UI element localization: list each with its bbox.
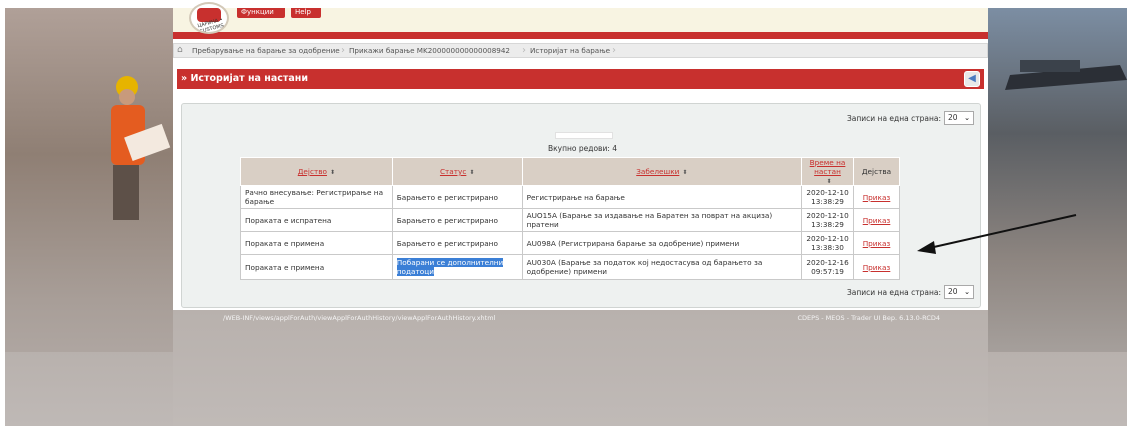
- cell-note: AUO15A (Барање за издавање на Баратен за…: [521, 208, 803, 232]
- footer-path: /WEB-INF/views/applForAuth/viewApplForAu…: [223, 314, 496, 322]
- chevron-down-icon: ⌄: [964, 288, 970, 296]
- pager-label: Записи на една страна:: [846, 288, 941, 297]
- header-divider: [173, 34, 988, 39]
- column-header-actions: Дејства: [853, 157, 900, 186]
- breadcrumb-item-search[interactable]: Пребарување на барање за одобрение: [192, 46, 347, 57]
- chevron-right-icon: ›: [612, 45, 616, 56]
- table-header-row: Дејство ⬍ Статус ⬍ Забелешки ⬍ Време на нас…: [240, 157, 900, 186]
- footer-version: CDEPS - MEOS - Trader UI Вер. 6.13.0-RCD…: [797, 314, 941, 322]
- sort-icon: ⬍: [329, 169, 336, 176]
- background-middle: [173, 310, 988, 426]
- rows-per-page-value: 20: [948, 287, 958, 296]
- footer: /WEB-INF/views/applForAuth/viewApplForAu…: [173, 310, 988, 324]
- view-link[interactable]: Приказ: [863, 239, 891, 248]
- sort-icon: ⬍: [826, 178, 832, 185]
- pager-label: Записи на една страна:: [846, 114, 941, 123]
- breadcrumb: ⌂ Пребарување на барање за одобрение › П…: [173, 43, 988, 58]
- customs-logo: ЦАРИНА • CUSTOMS: [189, 2, 229, 34]
- cell-time: 2020-12-10 13:38:29: [801, 185, 854, 209]
- column-header-time[interactable]: Време на настан ⬍: [801, 157, 854, 186]
- cell-note: AU098A (Регистрирана барање за одобрение…: [521, 231, 803, 255]
- history-panel: Записи на една страна: 20 ⌄ Вкупно редов…: [181, 103, 981, 308]
- help-menu-button[interactable]: Help: [291, 8, 321, 18]
- page-container: ЦАРИНА • CUSTOMS Функции Help ⌂ Пребарув…: [173, 2, 988, 310]
- cell-status: Барањето е регистрирано: [391, 231, 523, 255]
- cell-action: Пораката е примена: [240, 254, 393, 280]
- cell-action: Рачно внесување: Регистрирање на барање: [240, 185, 393, 209]
- chevron-down-icon: ⌄: [964, 114, 970, 122]
- sort-icon: ⬍: [682, 169, 688, 176]
- left-edge: [0, 0, 5, 426]
- column-header-action[interactable]: Дејство ⬍: [240, 157, 393, 186]
- home-icon[interactable]: ⌂: [177, 45, 187, 56]
- cell-time: 2020-12-10 13:38:30: [801, 231, 854, 255]
- browser-viewport: ЦАРИНА • CUSTOMS Функции Help ⌂ Пребарув…: [0, 0, 1127, 426]
- table-row: Пораката е примена Побарани се дополните…: [240, 254, 900, 280]
- cell-action: Пораката е примена: [240, 231, 393, 255]
- total-rows-box: [555, 132, 613, 139]
- cell-link: Приказ: [853, 231, 900, 255]
- chevron-right-icon: ›: [522, 45, 526, 56]
- view-link[interactable]: Приказ: [863, 193, 891, 202]
- total-rows: Вкупно редови: 4: [548, 144, 618, 153]
- column-header-status[interactable]: Статус ⬍: [391, 157, 523, 186]
- cell-action: Пораката е испратена: [240, 208, 393, 232]
- rows-per-page-select[interactable]: 20 ⌄: [944, 111, 974, 125]
- cell-time: 2020-12-10 13:38:29: [801, 208, 854, 232]
- top-bar: ЦАРИНА • CUSTOMS Функции Help: [173, 2, 988, 34]
- rows-per-page-select[interactable]: 20 ⌄: [944, 285, 974, 299]
- cell-note: Регистрирање на барање: [521, 185, 803, 209]
- history-table: Дејство ⬍ Статус ⬍ Забелешки ⬍ Време на нас…: [240, 157, 900, 280]
- back-button[interactable]: ◀: [964, 71, 980, 87]
- table-row: Пораката е примена Барањето е регистрира…: [240, 231, 900, 255]
- sort-icon: ⬍: [469, 169, 475, 176]
- cell-link: Приказ: [853, 254, 900, 280]
- cell-note: AU030A (Барање за податок кој недостасув…: [521, 254, 803, 280]
- top-edge: [0, 0, 1127, 8]
- selected-status-text: Побарани се дополнителни податоци: [396, 258, 504, 276]
- breadcrumb-item-history: Историјат на барање: [530, 46, 611, 55]
- view-link[interactable]: Приказ: [863, 216, 891, 225]
- rows-per-page-value: 20: [948, 113, 958, 122]
- panel-header: » Историјат на настани ◀: [177, 69, 984, 89]
- column-header-notes[interactable]: Забелешки ⬍: [521, 157, 803, 186]
- chevron-right-icon: ›: [341, 45, 345, 56]
- page-title: » Историјат на настани: [181, 73, 309, 84]
- cell-time: 2020-12-16 09:57:19: [801, 254, 854, 280]
- ship-image: [1005, 60, 1127, 90]
- arrow-left-icon: ◀: [968, 73, 976, 84]
- cell-status: Барањето е регистрирано: [391, 208, 523, 232]
- functions-menu-button[interactable]: Функции: [237, 8, 285, 18]
- cell-link: Приказ: [853, 185, 900, 209]
- view-link[interactable]: Приказ: [863, 263, 891, 272]
- breadcrumb-item-request[interactable]: Прикажи барање MK200000000000008942: [349, 46, 517, 57]
- worker-image: [111, 76, 171, 220]
- cell-status: Побарани се дополнителни податоци: [391, 254, 523, 280]
- table-row: Рачно внесување: Регистрирање на барање …: [240, 185, 900, 209]
- cell-status: Барањето е регистрирано: [391, 185, 523, 209]
- table-row: Пораката е испратена Барањето е регистри…: [240, 208, 900, 232]
- cell-link: Приказ: [853, 208, 900, 232]
